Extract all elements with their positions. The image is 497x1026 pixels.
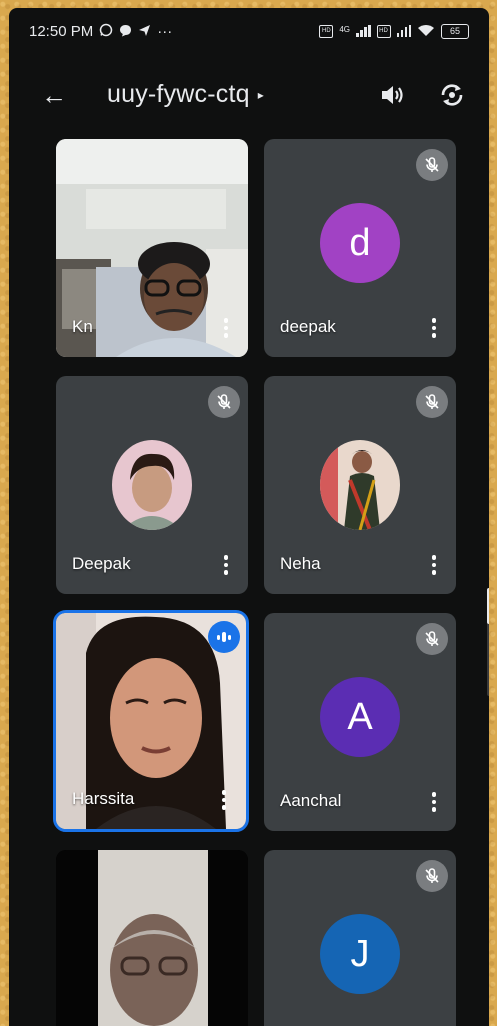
send-icon — [138, 24, 151, 39]
participant-tile-8[interactable]: J — [264, 850, 456, 1026]
sim-hd-badge-2: HD — [376, 24, 391, 38]
participant-tile-kn[interactable]: Kn — [56, 139, 248, 357]
more-vert-icon — [431, 792, 437, 797]
mic-off-icon — [425, 394, 439, 409]
network-type: 4G — [339, 24, 350, 34]
participant-tile-aanchal[interactable]: A Aanchal — [264, 613, 456, 831]
participant-name: Harssita — [72, 789, 135, 808]
participant-tile-7[interactable] — [56, 850, 248, 1026]
status-right: HD 4G HD 65 — [319, 23, 469, 39]
more-vert-button[interactable] — [216, 313, 236, 343]
participant-video — [56, 850, 248, 1026]
status-more: ··· — [157, 22, 173, 40]
participant-tile-neha[interactable]: Neha — [264, 376, 456, 594]
back-button[interactable]: ← — [37, 78, 71, 112]
scrollbar[interactable] — [487, 588, 489, 696]
mic-off-icon — [217, 394, 231, 409]
audio-level-badge — [208, 621, 240, 653]
caret-right-icon: ▸ — [257, 87, 264, 102]
meeting-title[interactable]: uuy-fywc-ctq ▸ — [107, 80, 264, 109]
top-app-bar: ← uuy-fywc-ctq ▸ — [9, 70, 489, 120]
mic-off-badge — [416, 386, 448, 418]
avatar: A — [320, 677, 400, 757]
signal-icon — [356, 25, 371, 37]
mic-off-icon — [425, 868, 439, 883]
more-vert-button[interactable] — [424, 313, 444, 343]
status-time: 12:50 PM — [29, 22, 94, 40]
phone-screen: 12:50 PM ··· HD 4G HD 65 ← uuy-fywc-ctq … — [9, 8, 489, 1026]
more-vert-button[interactable] — [424, 550, 444, 580]
battery-icon: 65 — [441, 23, 469, 39]
wifi-icon — [417, 24, 435, 39]
participant-tile-harssita[interactable]: Harssita — [53, 610, 249, 832]
mic-off-icon — [425, 157, 439, 172]
more-vert-button[interactable] — [216, 550, 236, 580]
meeting-code: uuy-fywc-ctq — [107, 80, 250, 108]
more-vert-button[interactable] — [424, 787, 444, 817]
status-bar: 12:50 PM ··· HD 4G HD 65 — [9, 8, 489, 54]
avatar — [112, 440, 192, 530]
mic-off-badge — [416, 149, 448, 181]
chat-icon — [119, 24, 132, 39]
participant-tile-deepak[interactable]: Deepak — [56, 376, 248, 594]
mic-off-badge — [416, 623, 448, 655]
mic-off-icon — [425, 631, 439, 646]
audio-level-icon — [216, 634, 221, 640]
switch-camera-icon — [441, 84, 463, 106]
status-left: 12:50 PM ··· — [29, 23, 172, 40]
mic-off-badge — [208, 386, 240, 418]
more-vert-icon — [431, 555, 437, 560]
back-arrow-icon: ← — [41, 79, 67, 110]
more-vert-icon — [223, 318, 229, 323]
more-vert-icon — [221, 790, 227, 795]
more-vert-icon — [431, 318, 437, 323]
scrollbar-thumb[interactable] — [487, 588, 489, 624]
signal-icon-2 — [396, 25, 411, 37]
participant-name: deepak — [280, 317, 336, 336]
whatsapp-icon — [99, 23, 113, 39]
avatar: J — [320, 914, 400, 994]
participant-name: Aanchal — [280, 791, 342, 810]
participant-name: Neha — [280, 554, 321, 573]
more-vert-icon — [223, 555, 229, 560]
mic-off-badge — [416, 860, 448, 892]
participant-name: Deepak — [72, 554, 131, 573]
participant-name: Kn — [72, 317, 93, 336]
switch-camera-button[interactable] — [435, 78, 469, 112]
avatar — [320, 440, 400, 530]
more-vert-button[interactable] — [214, 785, 234, 815]
participant-tile-deepak-lower[interactable]: d deepak — [264, 139, 456, 357]
speaker-button[interactable] — [375, 78, 409, 112]
avatar: d — [320, 203, 400, 283]
speaker-icon — [382, 86, 403, 104]
sim-hd-badge: HD — [319, 24, 334, 38]
